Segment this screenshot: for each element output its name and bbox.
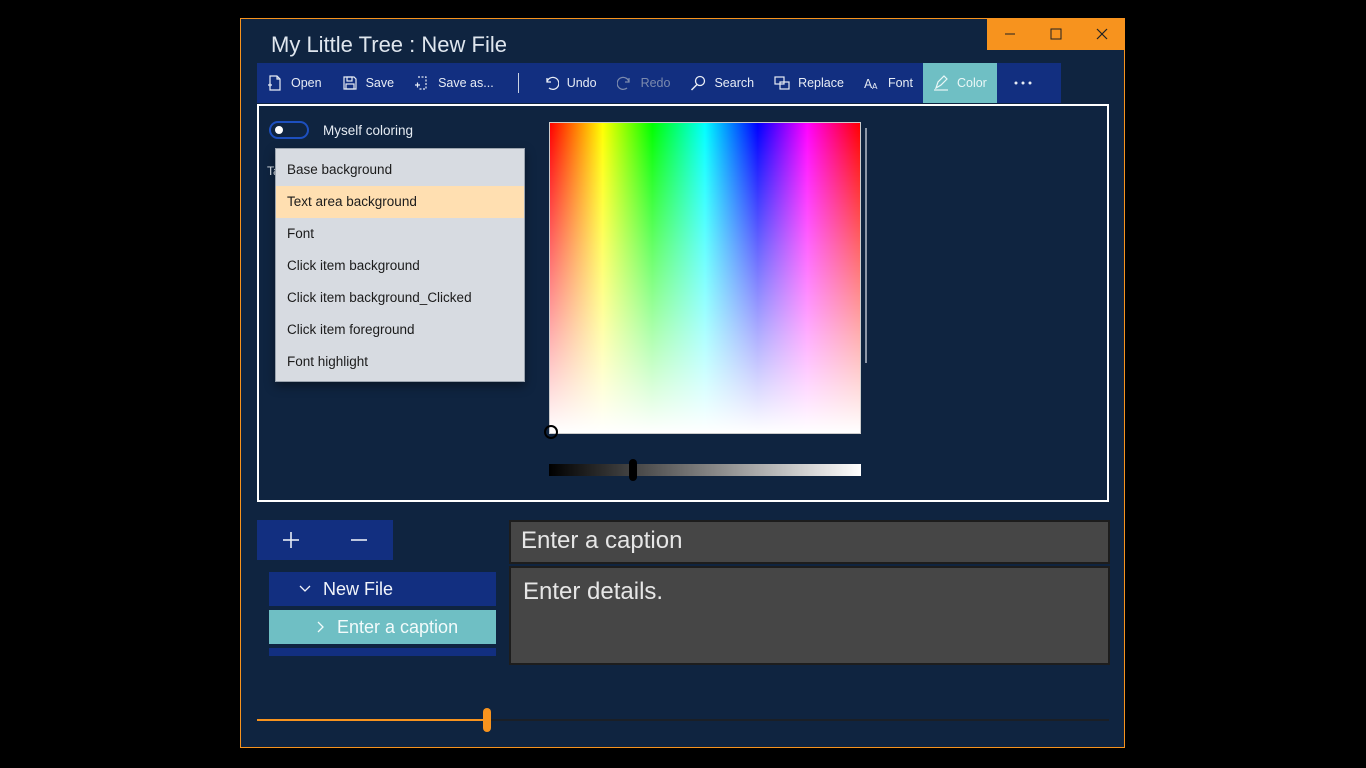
- more-icon: [1014, 81, 1032, 85]
- remove-item-button[interactable]: [325, 520, 393, 560]
- window-title: My Little Tree : New File: [271, 32, 507, 57]
- more-button[interactable]: [997, 63, 1057, 103]
- toolbar-separator: [517, 73, 519, 93]
- open-button[interactable]: Open: [257, 63, 332, 103]
- app-window: My Little Tree : New File Open Save Save…: [240, 18, 1125, 748]
- add-item-button[interactable]: [257, 520, 325, 560]
- maximize-button[interactable]: [1033, 18, 1079, 50]
- save-label: Save: [365, 76, 395, 90]
- redo-label: Redo: [640, 76, 671, 90]
- tree-item-root-label: New File: [323, 578, 394, 599]
- color-settings-panel: Myself coloring Ta Base background Text …: [257, 104, 1109, 502]
- caption-input[interactable]: Enter a caption: [509, 520, 1110, 564]
- search-label: Search: [714, 76, 755, 90]
- tree-item-root[interactable]: New File: [269, 572, 496, 606]
- minus-icon: [351, 539, 367, 541]
- brightness-slider[interactable]: [549, 459, 861, 481]
- myself-coloring-label: Myself coloring: [323, 123, 414, 138]
- panel-scrollbar[interactable]: [865, 128, 867, 363]
- chevron-down-icon: [299, 585, 311, 592]
- undo-icon: [546, 76, 559, 91]
- option-font[interactable]: Font: [276, 218, 524, 250]
- pen-icon: [933, 75, 948, 91]
- color-button[interactable]: Color: [922, 63, 997, 103]
- command-bar: Open Save Save as... Undo Redo Search Re…: [257, 63, 1061, 103]
- search-icon: [691, 75, 706, 91]
- zoom-slider[interactable]: [257, 708, 1109, 732]
- color-spectrum[interactable]: [544, 122, 861, 439]
- option-click-item-foreground[interactable]: Click item foreground: [276, 314, 524, 346]
- zoom-slider-fill: [257, 719, 488, 721]
- save-button[interactable]: Save: [332, 63, 405, 103]
- close-button[interactable]: [1079, 18, 1125, 50]
- zoom-slider-thumb[interactable]: [483, 708, 492, 732]
- search-button[interactable]: Search: [680, 63, 764, 103]
- option-text-area-background[interactable]: Text area background: [276, 186, 524, 218]
- font-button[interactable]: AA Font: [854, 63, 923, 103]
- window-controls: [987, 18, 1125, 50]
- maximize-icon: [1050, 28, 1062, 40]
- tree-item-child[interactable]: Enter a caption: [269, 610, 496, 644]
- brightness-slider-thumb[interactable]: [629, 459, 638, 481]
- color-label: Color: [956, 76, 987, 90]
- save-as-button[interactable]: Save as...: [404, 63, 504, 103]
- close-icon: [1096, 28, 1108, 40]
- option-click-item-background[interactable]: Click item background: [276, 250, 524, 282]
- new-file-icon: [268, 75, 281, 91]
- redo-button[interactable]: Redo: [607, 63, 681, 103]
- replace-icon: [774, 76, 790, 90]
- plus-icon: [283, 532, 299, 548]
- font-label: Font: [887, 76, 913, 90]
- font-icon: AA: [864, 77, 878, 91]
- open-label: Open: [291, 76, 322, 90]
- color-target-dropdown: Base background Text area background Fon…: [275, 148, 525, 382]
- minimize-icon: [1005, 33, 1015, 35]
- floppy-disk-icon: [342, 76, 357, 90]
- svg-text:A: A: [872, 82, 878, 91]
- tree-item-child-label: Enter a caption: [337, 616, 459, 637]
- replace-label: Replace: [798, 76, 844, 90]
- myself-coloring-toggle[interactable]: [269, 121, 309, 139]
- option-font-highlight[interactable]: Font highlight: [276, 346, 524, 378]
- save-as-label: Save as...: [438, 76, 494, 90]
- option-base-background[interactable]: Base background: [276, 154, 524, 186]
- chevron-right-icon: [317, 621, 324, 633]
- save-as-icon: [415, 76, 427, 90]
- tree-edit-buttons: [257, 520, 393, 560]
- details-input[interactable]: Enter details.: [509, 566, 1110, 665]
- color-spectrum-selector[interactable]: [544, 425, 558, 439]
- undo-label: Undo: [566, 76, 597, 90]
- undo-button[interactable]: Undo: [533, 63, 607, 103]
- option-click-item-background-clicked[interactable]: Click item background_Clicked: [276, 282, 524, 314]
- minimize-button[interactable]: [987, 18, 1033, 50]
- redo-icon: [616, 76, 630, 91]
- replace-button[interactable]: Replace: [764, 63, 854, 103]
- tree-item-partial[interactable]: [269, 648, 496, 656]
